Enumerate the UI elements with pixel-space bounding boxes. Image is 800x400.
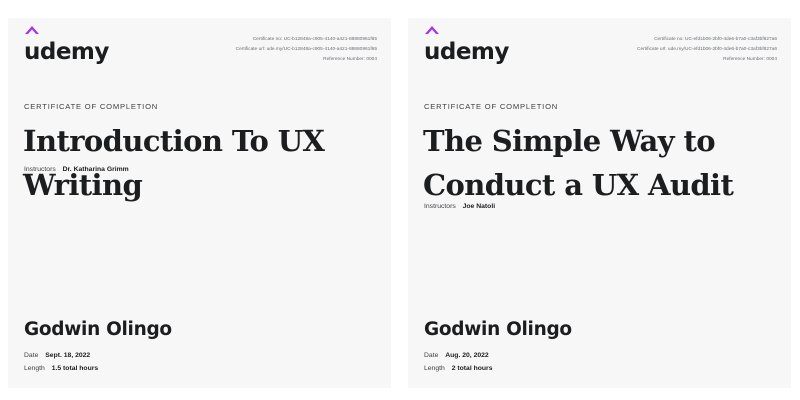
course-title: Introduction To UX Writing	[23, 124, 325, 202]
instructors-label: Instructors	[424, 203, 456, 210]
reference-number: Reference Number: 0004	[323, 57, 377, 62]
certificates-page: udemy Certificate no: UC-b12848a-c905-41…	[0, 0, 800, 400]
certificate-number: Certificate no: UC-efd1b06-2bf0-4de6-b7a…	[654, 37, 777, 42]
certificate-eyebrow: Certificate of Completion	[24, 102, 159, 111]
length-line: Length 1.5 total hours	[24, 365, 98, 372]
reference-number: Reference Number: 0004	[723, 57, 777, 62]
logo-hat-shape	[425, 26, 439, 34]
certificate-meta: Certificate no: UC-b12848a-c905-4140-a42…	[236, 35, 377, 65]
date-label: Date	[24, 352, 39, 359]
udemy-logo: udemy	[424, 26, 509, 65]
length-value: 2 total hours	[451, 365, 493, 372]
date-line: Date Aug. 20, 2022	[424, 352, 489, 359]
course-title: The Simple Way to Conduct a UX Audit	[423, 124, 734, 202]
date-value: Sept. 18, 2022	[45, 352, 91, 359]
instructor-name: Joe Natoli	[462, 203, 496, 210]
logo-hat-shape	[25, 26, 39, 34]
instructor-name: Dr. Katharina Grimm	[62, 166, 129, 173]
instructors-line: Instructors Joe Natoli	[424, 203, 495, 210]
udemy-logo: udemy	[24, 26, 109, 65]
length-line: Length 2 total hours	[424, 365, 492, 372]
certificate-url[interactable]: Certificate url: ude.my/UC-b12848a-c905-…	[236, 45, 377, 55]
student-name: Godwin Olingo	[424, 319, 572, 340]
instructors-label: Instructors	[24, 166, 56, 173]
date-label: Date	[424, 352, 439, 359]
date-value: Aug. 20, 2022	[445, 352, 489, 359]
length-label: Length	[24, 365, 45, 372]
date-line: Date Sept. 18, 2022	[24, 352, 90, 359]
logo-text: udemy	[424, 39, 509, 65]
certificate-url[interactable]: Certificate url: ude.my/UC-efd1b06-2bf0-…	[637, 45, 777, 55]
certificate-card-ux-writing: udemy Certificate no: UC-b12848a-c905-41…	[8, 18, 391, 388]
logo-text: udemy	[24, 39, 109, 65]
certificate-number: Certificate no: UC-b12848a-c905-4140-a42…	[252, 37, 377, 42]
logo-hat-icon	[425, 26, 439, 34]
certificate-card-ux-audit: udemy Certificate no: UC-efd1b06-2bf0-4d…	[408, 18, 791, 388]
instructors-line: Instructors Dr. Katharina Grimm	[24, 166, 129, 173]
logo-hat-icon	[25, 26, 39, 34]
certificate-eyebrow: Certificate of Completion	[424, 102, 559, 111]
student-name: Godwin Olingo	[24, 319, 172, 340]
length-value: 1.5 total hours	[51, 365, 99, 372]
length-label: Length	[424, 365, 445, 372]
certificate-meta: Certificate no: UC-efd1b06-2bf0-4de6-b7a…	[637, 35, 777, 65]
